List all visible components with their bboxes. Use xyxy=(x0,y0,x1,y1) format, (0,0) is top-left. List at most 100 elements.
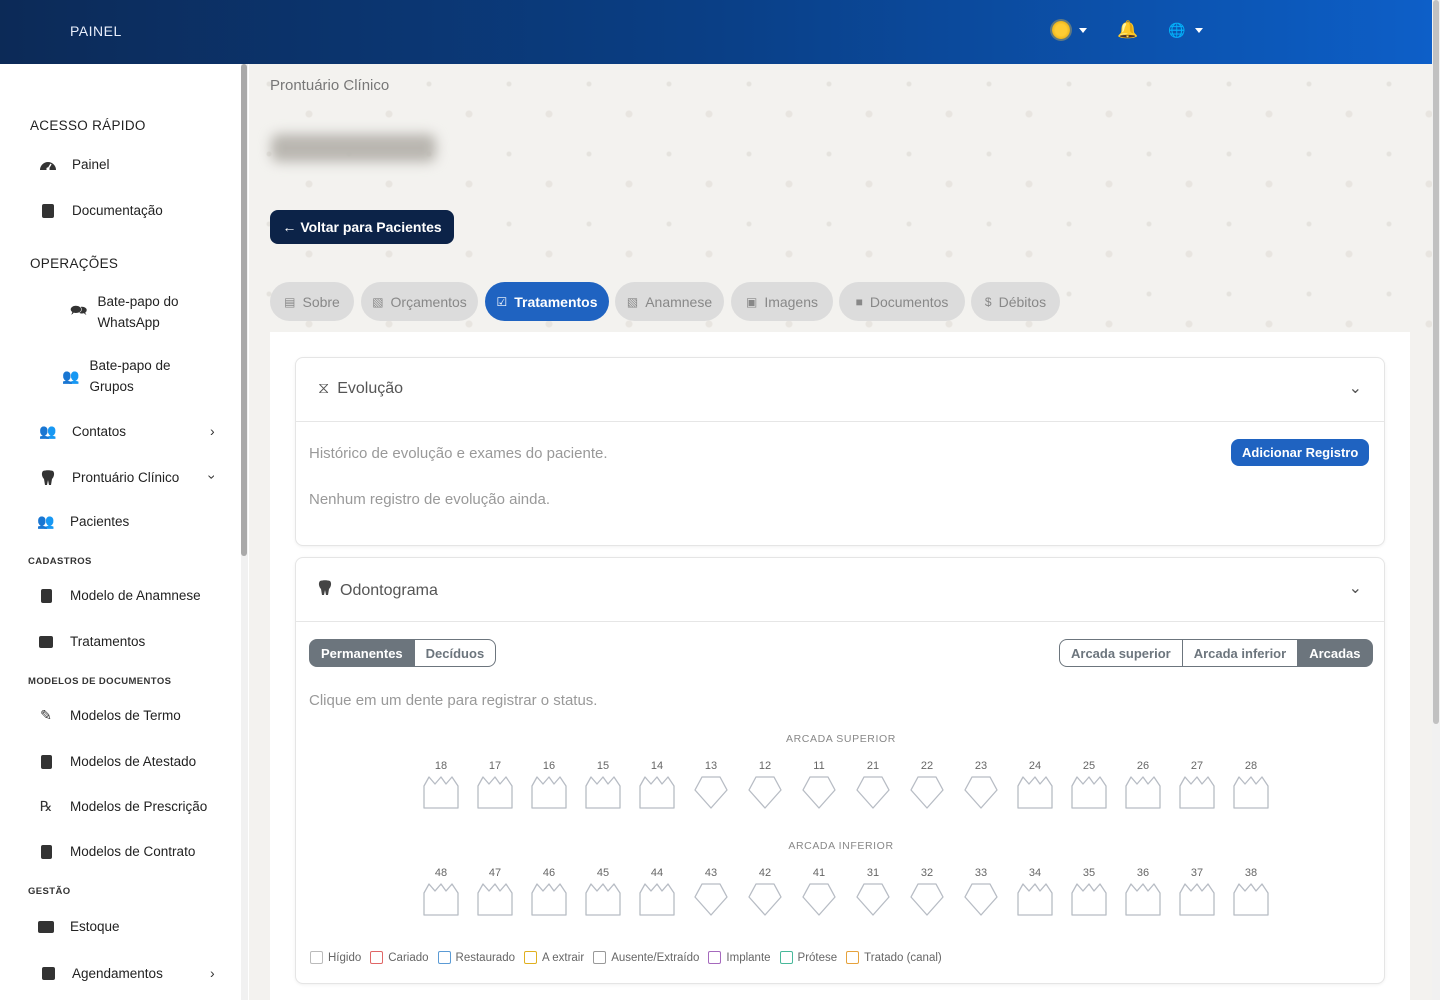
tooth-12[interactable]: 12 xyxy=(738,760,792,824)
tooth-number: 26 xyxy=(1136,760,1150,772)
tooth-32[interactable]: 32 xyxy=(900,867,954,931)
chevron-down-icon[interactable]: ⌄ xyxy=(1349,378,1362,398)
tooth-shape xyxy=(910,776,944,809)
tooth-38[interactable]: 38 xyxy=(1224,867,1278,931)
tooth-22[interactable]: 22 xyxy=(900,760,954,824)
legend-label: A extrair xyxy=(542,951,585,964)
tooth-number: 17 xyxy=(488,760,502,772)
tooth-18[interactable]: 18 xyxy=(414,760,468,824)
tab-imagens[interactable]: ▣ Imagens xyxy=(731,282,833,321)
sidebar-item-painel[interactable]: Painel xyxy=(38,154,110,175)
section-operacoes: OPERAÇÕES xyxy=(30,256,119,271)
sidebar-item-modelos-atestado[interactable]: Modelos de Atestado xyxy=(36,751,196,772)
sidebar-item-estoque[interactable]: Estoque xyxy=(36,916,120,937)
tab-anamnese[interactable]: ▧ Anamnese xyxy=(615,282,724,321)
odontograma-card-header[interactable]: Odontograma ⌄ xyxy=(296,558,1384,622)
sidebar-item-modelos-termo[interactable]: ✎ Modelos de Termo xyxy=(36,705,181,726)
page-scrollbar-thumb[interactable] xyxy=(1433,0,1439,724)
tooth-17[interactable]: 17 xyxy=(468,760,522,824)
tooth-number: 31 xyxy=(866,867,880,879)
arrow-left-icon: ← xyxy=(282,219,297,235)
tooth-21[interactable]: 21 xyxy=(846,760,900,824)
tooth-35[interactable]: 35 xyxy=(1062,867,1116,931)
sidebar-item-documentacao[interactable]: Documentação xyxy=(38,200,163,221)
tooth-24[interactable]: 24 xyxy=(1008,760,1062,824)
notifications-button[interactable]: 🔔 xyxy=(1117,20,1138,40)
arcadas-button[interactable]: Arcadas xyxy=(1297,639,1373,667)
deciduos-button[interactable]: Decíduos xyxy=(413,639,497,667)
tooth-33[interactable]: 33 xyxy=(954,867,1008,931)
chevron-down-icon[interactable]: ⌄ xyxy=(1349,578,1362,598)
tooth-31[interactable]: 31 xyxy=(846,867,900,931)
sidebar-item-whatsapp[interactable]: 🗪 Bate-papo do WhatsApp xyxy=(70,291,210,333)
tooth-45[interactable]: 45 xyxy=(576,867,630,931)
sidebar-item-tratamentos[interactable]: Tratamentos xyxy=(36,631,145,652)
sidebar-item-pacientes[interactable]: 👥 Pacientes xyxy=(36,511,129,532)
chevron-right-icon: › xyxy=(210,423,215,439)
sidebar-item-contatos[interactable]: 👥 Contatos xyxy=(38,421,126,442)
tooth-46[interactable]: 46 xyxy=(522,867,576,931)
tooth-15[interactable]: 15 xyxy=(576,760,630,824)
tooth-37[interactable]: 37 xyxy=(1170,867,1224,931)
tab-tratamentos[interactable]: ☑ Tratamentos xyxy=(485,282,609,321)
tab-orcamentos[interactable]: ▧ Orçamentos xyxy=(361,282,478,321)
sidebar-item-modelos-contrato[interactable]: Modelos de Contrato xyxy=(36,841,195,862)
tooth-shape xyxy=(802,883,836,916)
legend-label: Ausente/Extraído xyxy=(611,951,700,964)
sidebar-item-modelos-prescricao[interactable]: ℞ Modelos de Prescrição xyxy=(36,796,208,817)
section-quick-access: ACESSO RÁPIDO xyxy=(30,118,146,133)
arcada-superior-button[interactable]: Arcada superior xyxy=(1059,639,1183,667)
tooth-number: 15 xyxy=(596,760,610,772)
tooth-icon xyxy=(38,469,58,486)
tooth-number: 14 xyxy=(650,760,664,772)
tooth-34[interactable]: 34 xyxy=(1008,867,1062,931)
tooth-16[interactable]: 16 xyxy=(522,760,576,824)
tab-documentos[interactable]: ■ Documentos xyxy=(839,282,965,321)
tooth-26[interactable]: 26 xyxy=(1116,760,1170,824)
tooth-number: 45 xyxy=(596,867,610,879)
tooth-28[interactable]: 28 xyxy=(1224,760,1278,824)
tab-debitos[interactable]: $ Débitos xyxy=(971,282,1060,321)
tooth-48[interactable]: 48 xyxy=(414,867,468,931)
tooth-41[interactable]: 41 xyxy=(792,867,846,931)
tooth-36[interactable]: 36 xyxy=(1116,867,1170,931)
language-menu[interactable]: 🌐 xyxy=(1168,22,1203,39)
add-record-button[interactable]: Adicionar Registro xyxy=(1231,439,1370,466)
arcada-inferior-button[interactable]: Arcada inferior xyxy=(1181,639,1299,667)
users-icon: 👥 xyxy=(37,513,55,529)
brand-title[interactable]: PAINEL xyxy=(70,23,122,39)
tooth-shape xyxy=(910,883,944,916)
lower-arch-label: ARCADA INFERIOR xyxy=(788,840,894,852)
sidebar-item-agendamentos[interactable]: Agendamentos xyxy=(38,963,163,984)
theme-menu[interactable] xyxy=(1052,21,1087,39)
tooth-47[interactable]: 47 xyxy=(468,867,522,931)
tooth-44[interactable]: 44 xyxy=(630,867,684,931)
tooth-number: 24 xyxy=(1028,760,1042,772)
sidebar-item-prontuario[interactable]: Prontuário Clínico xyxy=(38,467,179,488)
permanentes-button[interactable]: Permanentes xyxy=(309,639,415,667)
tooth-shape xyxy=(1071,776,1107,809)
tooth-43[interactable]: 43 xyxy=(684,867,738,931)
evolucao-card-header[interactable]: ⧖ Evolução ⌄ xyxy=(296,358,1384,422)
tooth-42[interactable]: 42 xyxy=(738,867,792,931)
sidebar-item-modelo-anamnese[interactable]: Modelo de Anamnese xyxy=(36,585,201,606)
sidebar-scrollbar-thumb[interactable] xyxy=(241,64,247,556)
tooth-13[interactable]: 13 xyxy=(684,760,738,824)
tooth-25[interactable]: 25 xyxy=(1062,760,1116,824)
back-to-patients-button[interactable]: ← Voltar para Pacientes xyxy=(270,210,454,244)
tooth-27[interactable]: 27 xyxy=(1170,760,1224,824)
section-modelos-documentos: MODELOS DE DOCUMENTOS xyxy=(28,676,172,687)
tooth-number: 47 xyxy=(488,867,502,879)
tab-sobre[interactable]: ▤ Sobre xyxy=(270,282,354,321)
tooth-11[interactable]: 11 xyxy=(792,760,846,824)
tooth-14[interactable]: 14 xyxy=(630,760,684,824)
sidebar-item-grupos[interactable]: 👥 Bate-papo de Grupos xyxy=(62,355,202,397)
tooth-shape xyxy=(423,776,459,809)
tooth-number: 18 xyxy=(434,760,448,772)
id-card-icon: ▤ xyxy=(284,294,296,309)
clipboard-icon xyxy=(36,588,56,603)
tooth-23[interactable]: 23 xyxy=(954,760,1008,824)
lower-arch: 48 47 46 45 44 43 42 41 31 32 33 34 35 36 37 38 xyxy=(414,867,1278,931)
users-icon: 👥 xyxy=(62,367,80,384)
status-legend: Hígido Cariado Restaurado A extrair Ausente/… xyxy=(310,951,951,964)
